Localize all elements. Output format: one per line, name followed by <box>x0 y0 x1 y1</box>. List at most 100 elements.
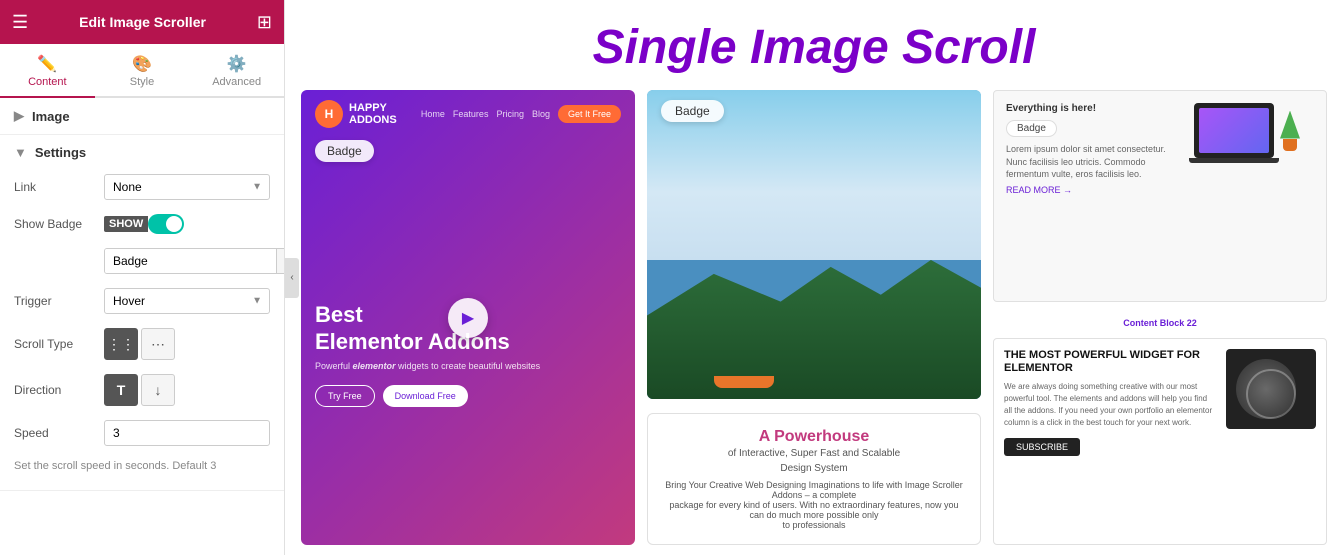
card-1-play-button[interactable]: ▶ <box>448 298 488 338</box>
panel-tabs: ✏️ Content 🎨 Style ⚙️ Advanced <box>0 44 284 98</box>
trigger-select[interactable]: Hover Click Auto <box>104 288 270 314</box>
show-badge-control: SHOW <box>104 214 270 234</box>
speed-hint: Set the scroll speed in seconds. Default… <box>14 460 270 480</box>
card-3-top: Everything is here! Badge Lorem ipsum do… <box>993 90 1327 302</box>
card-2-mountain-green <box>647 260 981 399</box>
card-3-top-title: Everything is here! <box>1006 103 1184 114</box>
card-3-top-text: Lorem ipsum dolor sit amet consectetur. … <box>1006 143 1184 181</box>
right-content: Single Image Scroll H HAPPYADDONS Home F… <box>285 0 1343 555</box>
nav-item-4: Blog <box>532 109 550 119</box>
tab-style[interactable]: 🎨 Style <box>95 44 190 98</box>
laptop-base <box>1189 158 1279 163</box>
plant-shape <box>1278 111 1302 151</box>
speed-input[interactable] <box>104 420 270 446</box>
card-3-subscribe-button[interactable]: SUBSCRIBE <box>1004 438 1080 456</box>
link-select-wrapper: None URL Media File ▼ <box>104 174 270 200</box>
plant-pot <box>1283 139 1297 151</box>
plant-leaves <box>1280 111 1300 139</box>
toggle-show-text: SHOW <box>104 216 148 232</box>
card-3-laptop <box>1194 103 1314 158</box>
scroll-type-row: Scroll Type ⋮⋮ ⋯ <box>14 328 270 360</box>
card-1-badge: Badge <box>315 140 374 162</box>
scroll-type-control: ⋮⋮ ⋯ <box>104 328 270 360</box>
direction-label: Direction <box>14 383 104 397</box>
badge-input[interactable] <box>105 249 276 273</box>
image-section-label: Image <box>32 109 70 124</box>
speed-row: Speed <box>14 420 270 446</box>
show-badge-toggle[interactable] <box>148 214 184 234</box>
badge-row: ☰ <box>14 248 270 274</box>
nav-item-3: Pricing <box>496 109 524 119</box>
card-2-mountain <box>647 260 981 399</box>
page-title-area: Single Image Scroll <box>285 0 1343 90</box>
card-2-title: A Powerhouse <box>662 428 966 446</box>
card-1-cta-button[interactable]: Get It Free <box>558 105 621 123</box>
card-2-description: A Powerhouse of Interactive, Super Fast … <box>647 413 981 545</box>
tab-content[interactable]: ✏️ Content <box>0 44 95 98</box>
grid-icon[interactable]: ⊞ <box>257 12 272 33</box>
left-panel: ☰ Edit Image Scroller ⊞ ✏️ Content 🎨 Sty… <box>0 0 285 555</box>
card-3-top-link[interactable]: READ MORE → <box>1006 185 1184 195</box>
badge-input-wrapper: ☰ <box>104 248 285 274</box>
download-free-button[interactable]: Download Free <box>383 385 468 407</box>
show-badge-row: Show Badge SHOW <box>14 214 270 234</box>
content-tab-icon: ✏️ <box>37 54 57 74</box>
laptop-shape <box>1194 103 1274 158</box>
settings-section: ▼ Settings Link None URL Media File ▼ Sh… <box>0 135 284 491</box>
laptop-screen <box>1199 108 1269 153</box>
trigger-row: Trigger Hover Click Auto ▼ <box>14 288 270 314</box>
card-2-text: of Interactive, Super Fast and ScalableD… <box>662 446 966 476</box>
collapse-panel-button[interactable]: ‹ <box>285 258 299 298</box>
abstract-spiral <box>1246 369 1296 419</box>
card-3-bottom-content: THE MOST POWERFUL WIDGET FOR ELEMENTOR W… <box>1004 349 1216 535</box>
card-1: H HAPPYADDONS Home Features Pricing Blog… <box>301 90 635 545</box>
tab-advanced[interactable]: ⚙️ Advanced <box>189 44 284 98</box>
card-1-nav-items: Home Features Pricing Blog Get It Free <box>421 105 621 123</box>
scroll-type-vertical-btn[interactable]: ⋮⋮ <box>104 328 138 360</box>
card-3-top-content: Everything is here! Badge Lorem ipsum do… <box>1006 103 1184 195</box>
card-1-logo-icon: H <box>315 100 343 128</box>
show-badge-label: Show Badge <box>14 217 104 231</box>
link-label: Link <box>14 180 104 194</box>
speed-control <box>104 420 270 446</box>
abstract-image <box>1226 349 1316 429</box>
trigger-label: Trigger <box>14 294 104 308</box>
card-3-top-badge: Badge <box>1006 120 1057 137</box>
direction-bottom-btn[interactable]: ↓ <box>141 374 175 406</box>
scroll-type-horizontal-btn[interactable]: ⋯ <box>141 328 175 360</box>
nav-item-2: Features <box>453 109 489 119</box>
settings-section-header[interactable]: ▼ Settings <box>14 145 270 160</box>
trigger-control: Hover Click Auto ▼ <box>104 288 270 314</box>
card-2-boat <box>714 376 774 388</box>
link-row: Link None URL Media File ▼ <box>14 174 270 200</box>
link-select[interactable]: None URL Media File <box>104 174 270 200</box>
card-1-buttons: Try Free Download Free <box>315 385 621 407</box>
card-1-logo-text: HAPPYADDONS <box>349 102 397 126</box>
link-control: None URL Media File ▼ <box>104 174 270 200</box>
badge-control: ☰ <box>104 248 285 274</box>
card-3-bottom: THE MOST POWERFUL WIDGET FOR ELEMENTOR W… <box>993 338 1327 546</box>
badge-input-icon[interactable]: ☰ <box>276 249 285 273</box>
settings-arrow: ▼ <box>14 145 27 160</box>
trigger-select-wrapper: Hover Click Auto ▼ <box>104 288 270 314</box>
card-3-bottom-image <box>1226 349 1316 535</box>
image-section-header[interactable]: ▶ Image <box>0 98 284 135</box>
try-free-button[interactable]: Try Free <box>315 385 375 407</box>
card-1-nav: H HAPPYADDONS Home Features Pricing Blog… <box>301 90 635 128</box>
image-section-arrow: ▶ <box>14 108 24 124</box>
card-3-bottom-title: THE MOST POWERFUL WIDGET FOR ELEMENTOR <box>1004 349 1216 375</box>
card-1-logo: H HAPPYADDONS <box>315 100 397 128</box>
scroll-type-label: Scroll Type <box>14 337 104 351</box>
speed-label: Speed <box>14 426 104 440</box>
card-2-badge: Badge <box>661 100 724 122</box>
advanced-tab-icon: ⚙️ <box>227 54 247 74</box>
panel-title: Edit Image Scroller <box>79 14 206 30</box>
card-3-label: Content Block 22 <box>993 318 1327 330</box>
panel-header: ☰ Edit Image Scroller ⊞ <box>0 0 284 44</box>
cards-container: H HAPPYADDONS Home Features Pricing Blog… <box>285 90 1343 555</box>
card-2-extra-text: Bring Your Creative Web Designing Imagin… <box>662 480 966 530</box>
card-3-bottom-text: We are always doing something creative w… <box>1004 381 1216 429</box>
page-title: Single Image Scroll <box>285 20 1343 75</box>
direction-top-btn[interactable]: T <box>104 374 138 406</box>
hamburger-icon[interactable]: ☰ <box>12 12 28 33</box>
